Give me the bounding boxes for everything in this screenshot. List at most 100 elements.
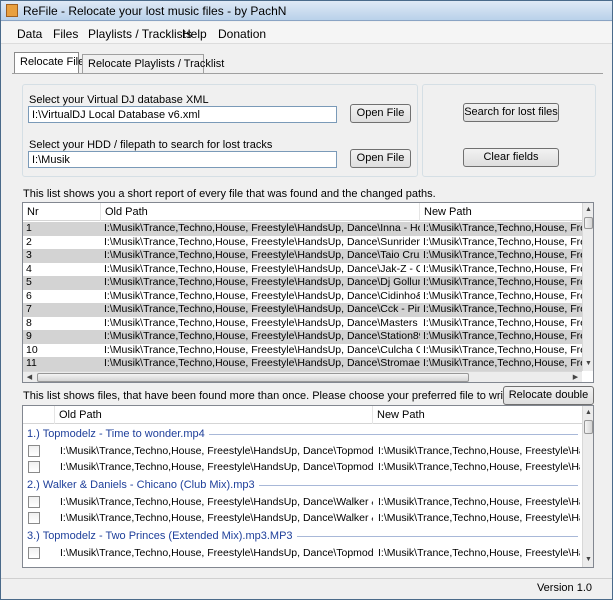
tab-relocate-files[interactable]: Relocate Files <box>14 52 90 74</box>
column-dup-old-path[interactable]: Old Path <box>55 406 373 424</box>
duplicate-row[interactable]: I:\Musik\Trance,Techno,House, Freestyle\… <box>23 459 582 475</box>
cell-nr: 10 <box>26 343 38 356</box>
cell-new-path: I:\Musik\Trance,Techno,House, Freestyle <box>423 262 582 275</box>
report-vscroll-thumb[interactable] <box>584 217 593 229</box>
cell-old-path: I:\Musik\Trance,Techno,House, Freestyle\… <box>60 461 373 473</box>
tab-relocate-playlists[interactable]: Relocate Playlists / Tracklist <box>82 54 224 73</box>
report-vscrollbar[interactable]: ▲ ▼ <box>582 203 593 371</box>
group-divider <box>259 485 578 486</box>
db-path-input[interactable]: I:\VirtualDJ Local Database v6.xml <box>28 106 337 123</box>
cell-old-path: I:\Musik\Trance,Techno,House, Freestyle\… <box>60 496 373 508</box>
column-select <box>23 406 55 424</box>
duplicates-vscrollbar[interactable]: ▲ ▼ <box>582 406 593 567</box>
table-row[interactable]: 11 I:\Musik\Trance,Techno,House, Freestyl… <box>23 357 582 371</box>
report-hscroll-thumb[interactable] <box>37 373 469 382</box>
cell-new-path: I:\Musik\Trance,Techno,House, Freestyle <box>423 249 582 261</box>
report-grid[interactable]: Nr Old Path New Path 1 I:\Musik\Trance,Te… <box>22 202 594 383</box>
select-checkbox[interactable] <box>28 496 40 508</box>
cell-new-path: I:\Musik\Trance,Techno,House, Freestyle <box>423 276 582 288</box>
duplicates-caption: This list shows files, that have been fo… <box>23 390 562 402</box>
scroll-down-icon[interactable]: ▼ <box>583 358 593 369</box>
clear-fields-button[interactable]: Clear fields <box>463 148 559 167</box>
cell-nr: 5 <box>26 276 32 288</box>
duplicates-vscroll-thumb[interactable] <box>584 420 593 434</box>
group-divider <box>209 434 578 435</box>
cell-old-path: I:\Musik\Trance,Techno,House, Freestyle\… <box>104 316 420 329</box>
menu-help[interactable]: Help <box>182 27 207 41</box>
column-dup-new-path[interactable]: New Path <box>373 406 582 424</box>
table-row[interactable]: 3 I:\Musik\Trance,Techno,House, Freestyle… <box>23 249 582 263</box>
table-row[interactable]: 1 I:\Musik\Trance,Techno,House, Freestyle… <box>23 222 582 236</box>
cell-nr: 8 <box>26 316 32 329</box>
column-new-path[interactable]: New Path <box>420 203 582 221</box>
cell-old-path: I:\Musik\Trance,Techno,House, Freestyle\… <box>60 547 373 559</box>
search-lost-files-button[interactable]: Search for lost files <box>463 103 559 122</box>
report-hscrollbar[interactable]: ◀ ▶ <box>23 371 582 382</box>
cell-new-path: I:\Musik\Trance,Techno,House, Freestyle <box>423 330 582 342</box>
duplicate-row[interactable]: I:\Musik\Trance,Techno,House, Freestyle\… <box>23 545 582 561</box>
select-checkbox[interactable] <box>28 445 40 457</box>
cell-new-path: I:\Musik\Trance,Techno,House, Freestyle\… <box>378 547 580 559</box>
duplicate-row[interactable]: I:\Musik\Trance,Techno,House, Freestyle\… <box>23 494 582 510</box>
menu-files[interactable]: Files <box>53 27 78 41</box>
menu-data[interactable]: Data <box>17 27 42 41</box>
table-row[interactable]: 8 I:\Musik\Trance,Techno,House, Freestyle… <box>23 317 582 331</box>
select-checkbox[interactable] <box>28 547 40 559</box>
duplicates-grid[interactable]: Old Path New Path 1.) Topmodelz - Time t… <box>22 405 594 568</box>
scroll-up-icon[interactable]: ▲ <box>583 204 593 215</box>
open-hdd-button[interactable]: Open File <box>350 149 411 168</box>
scroll-left-icon[interactable]: ◀ <box>24 372 35 382</box>
duplicate-group-header[interactable]: 1.) Topmodelz - Time to wonder.mp4 <box>27 426 205 442</box>
title-bar[interactable]: ReFile - Relocate your lost music files … <box>1 1 612 21</box>
cell-new-path: I:\Musik\Trance,Techno,House, Freestyle <box>423 316 582 329</box>
cell-new-path: I:\Musik\Trance,Techno,House, Freestyle <box>423 235 582 248</box>
table-row[interactable]: 4 I:\Musik\Trance,Techno,House, Freestyle… <box>23 263 582 277</box>
cell-old-path: I:\Musik\Trance,Techno,House, Freestyle\… <box>104 357 420 369</box>
cell-nr: 11 <box>26 357 37 369</box>
duplicate-row[interactable]: I:\Musik\Trance,Techno,House, Freestyle\… <box>23 510 582 526</box>
status-bar: Version 1.0 <box>1 578 612 599</box>
duplicate-row[interactable]: I:\Musik\Trance,Techno,House, Freestyle\… <box>23 443 582 459</box>
cell-nr: 2 <box>26 235 32 248</box>
db-label: Select your Virtual DJ database XML <box>29 94 209 106</box>
cell-new-path: I:\Musik\Trance,Techno,House, Freestyle\… <box>378 445 580 457</box>
cell-new-path: I:\Musik\Trance,Techno,House, Freestyle <box>423 222 582 234</box>
cell-old-path: I:\Musik\Trance,Techno,House, Freestyle\… <box>104 276 420 288</box>
column-old-path[interactable]: Old Path <box>101 203 420 221</box>
cell-new-path: I:\Musik\Trance,Techno,House, Freestyle <box>423 289 582 302</box>
cell-old-path: I:\Musik\Trance,Techno,House, Freestyle\… <box>104 222 420 234</box>
select-checkbox[interactable] <box>28 461 40 473</box>
table-row[interactable]: 5 I:\Musik\Trance,Techno,House, Freestyle… <box>23 276 582 290</box>
scroll-up-icon[interactable]: ▲ <box>583 407 593 418</box>
cell-old-path: I:\Musik\Trance,Techno,House, Freestyle\… <box>104 235 420 248</box>
scroll-right-icon[interactable]: ▶ <box>570 372 581 382</box>
column-nr[interactable]: Nr <box>23 203 101 221</box>
table-row[interactable]: 9 I:\Musik\Trance,Techno,House, Freestyle… <box>23 330 582 344</box>
duplicates-grid-header: Old Path New Path <box>23 406 582 424</box>
menu-playlists[interactable]: Playlists / Tracklists <box>88 27 192 41</box>
table-row[interactable]: 10 I:\Musik\Trance,Techno,House, Freestyl… <box>23 344 582 358</box>
select-checkbox[interactable] <box>28 512 40 524</box>
relocate-double-button[interactable]: Relocate double <box>503 386 594 405</box>
duplicate-group-header[interactable]: 2.) Walker & Daniels - Chicano (Club Mix… <box>27 477 255 493</box>
hdd-path-input[interactable]: I:\Musik <box>28 151 337 168</box>
table-row[interactable]: 6 I:\Musik\Trance,Techno,House, Freestyle… <box>23 290 582 304</box>
cell-old-path: I:\Musik\Trance,Techno,House, Freestyle\… <box>104 303 420 315</box>
cell-new-path: I:\Musik\Trance,Techno,House, Freestyle\… <box>378 496 580 508</box>
report-grid-header: Nr Old Path New Path <box>23 203 582 221</box>
source-group: Select your Virtual DJ database XML I:\V… <box>22 84 418 177</box>
cell-old-path: I:\Musik\Trance,Techno,House, Freestyle\… <box>104 330 420 342</box>
cell-new-path: I:\Musik\Trance,Techno,House, Freestyle <box>423 343 582 356</box>
group-divider <box>297 536 578 537</box>
cell-old-path: I:\Musik\Trance,Techno,House, Freestyle\… <box>104 289 420 302</box>
version-label: Version 1.0 <box>536 582 592 594</box>
cell-new-path: I:\Musik\Trance,Techno,House, Freestyle <box>423 357 582 369</box>
report-caption: This list shows you a short report of ev… <box>23 188 436 200</box>
scroll-down-icon[interactable]: ▼ <box>583 554 593 565</box>
open-db-button[interactable]: Open File <box>350 104 411 123</box>
duplicate-group-header[interactable]: 3.) Topmodelz - Two Princes (Extended Mi… <box>27 528 293 544</box>
table-row[interactable]: 7 I:\Musik\Trance,Techno,House, Freestyle… <box>23 303 582 317</box>
cell-nr: 7 <box>26 303 32 315</box>
table-row[interactable]: 2 I:\Musik\Trance,Techno,House, Freestyle… <box>23 236 582 250</box>
menu-donation[interactable]: Donation <box>218 27 266 41</box>
